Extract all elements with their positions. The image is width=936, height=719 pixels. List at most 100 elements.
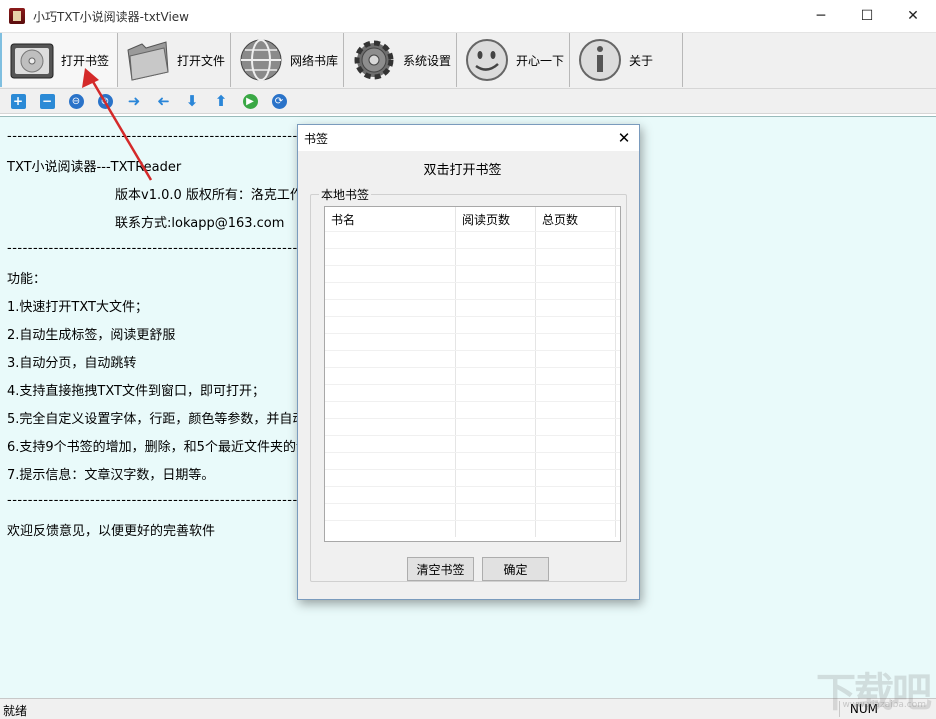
list-cell: [325, 504, 456, 520]
window-title: 小巧TXT小说阅读器-txtView: [33, 9, 189, 24]
list-cell: [536, 283, 616, 299]
list-cell: [536, 317, 616, 333]
column-header-pages-read[interactable]: 阅读页数: [456, 207, 536, 231]
list-cell: [325, 521, 456, 537]
list-row[interactable]: [325, 520, 620, 537]
minimize-button[interactable]: ─: [798, 0, 844, 32]
open-bookmark-button[interactable]: 打开书签: [0, 33, 118, 87]
list-row[interactable]: [325, 435, 620, 452]
down-circle-icon[interactable]: ⊗: [95, 91, 115, 111]
list-row[interactable]: [325, 282, 620, 299]
list-row[interactable]: [325, 469, 620, 486]
list-cell: [325, 249, 456, 265]
list-row[interactable]: [325, 452, 620, 469]
separator-line: ----------------------------------------…: [7, 129, 297, 144]
list-cell: [456, 334, 536, 350]
network-library-button[interactable]: 网络书库: [231, 33, 344, 87]
list-cell: [536, 436, 616, 452]
list-row[interactable]: [325, 265, 620, 282]
ok-button[interactable]: 确定: [482, 557, 549, 581]
info-icon: [579, 39, 621, 81]
arrow-right-icon[interactable]: ➜: [124, 91, 144, 111]
list-cell: [536, 351, 616, 367]
about-button[interactable]: 关于: [570, 33, 683, 87]
app-icon: [9, 8, 25, 24]
list-cell: [536, 521, 616, 537]
bookmark-list[interactable]: 书名 阅读页数 总页数: [324, 206, 621, 542]
list-cell: [325, 368, 456, 384]
list-cell: [536, 504, 616, 520]
list-cell: [456, 436, 536, 452]
open-file-label: 打开文件: [177, 53, 226, 68]
fun-button[interactable]: 开心一下: [457, 33, 570, 87]
list-row[interactable]: [325, 299, 620, 316]
refresh-icon[interactable]: ⟳: [269, 91, 289, 111]
list-cell: [536, 419, 616, 435]
list-row[interactable]: [325, 503, 620, 520]
list-row[interactable]: [325, 401, 620, 418]
list-body: [325, 231, 620, 537]
list-cell: [456, 249, 536, 265]
list-row[interactable]: [325, 384, 620, 401]
list-row[interactable]: [325, 231, 620, 248]
list-cell: [325, 487, 456, 503]
content-contact: 联系方式:lokapp@163.com: [115, 216, 285, 231]
bookmark-dialog: 书签 ✕ 双击打开书签 本地书签 书名 阅读页数 总页数 清空书签 确定: [297, 124, 640, 600]
arrow-up-icon[interactable]: ⬆: [211, 91, 231, 111]
open-file-button[interactable]: 打开文件: [118, 33, 231, 87]
feature-item: 7.提示信息：文章汉字数，日期等。: [7, 468, 215, 483]
list-row[interactable]: [325, 367, 620, 384]
list-row[interactable]: [325, 486, 620, 503]
list-cell: [536, 487, 616, 503]
list-cell: [536, 368, 616, 384]
list-cell: [536, 249, 616, 265]
list-cell: [536, 300, 616, 316]
system-settings-button[interactable]: 系统设置: [344, 33, 457, 87]
minus-icon[interactable]: −: [37, 91, 57, 111]
list-row[interactable]: [325, 350, 620, 367]
list-row[interactable]: [325, 248, 620, 265]
list-cell: [325, 351, 456, 367]
globe-icon: [240, 39, 282, 81]
list-row[interactable]: [325, 418, 620, 435]
list-cell: [456, 504, 536, 520]
list-row[interactable]: [325, 316, 620, 333]
list-cell: [325, 470, 456, 486]
maximize-button[interactable]: ☐: [844, 0, 890, 32]
list-cell: [456, 300, 536, 316]
list-cell: [325, 283, 456, 299]
list-cell: [456, 419, 536, 435]
content-version: 版本v1.0.0 版权所有：洛克工作: [115, 188, 303, 203]
feature-item: 5.完全自定义设置字体，行距，颜色等参数，并自动: [7, 412, 306, 427]
column-header-total-pages[interactable]: 总页数: [536, 207, 616, 231]
play-icon[interactable]: ▶: [240, 91, 260, 111]
arrow-down-icon[interactable]: ⬇: [182, 91, 202, 111]
feature-item: 3.自动分页，自动跳转: [7, 356, 137, 371]
secondary-toolbar: + − ⊖ ⊗ ➜ ➜ ⬇ ⬆ ▶ ⟳: [0, 88, 936, 114]
system-settings-label: 系统设置: [403, 53, 452, 68]
content-title: TXT小说阅读器---TXTReader: [7, 160, 182, 175]
list-cell: [456, 232, 536, 248]
list-cell: [536, 402, 616, 418]
list-cell: [325, 232, 456, 248]
list-cell: [536, 453, 616, 469]
list-cell: [325, 300, 456, 316]
list-row[interactable]: [325, 333, 620, 350]
main-toolbar: 打开书签 打开文件 网络书库 系统设置 开心一下 关于: [0, 32, 936, 88]
window-controls: ─ ☐ ✕: [798, 0, 936, 32]
dialog-title-bar: 书签 ✕: [298, 125, 639, 151]
feature-item: 6.支持9个书签的增加，删除，和5个最近文件夹的记: [7, 440, 309, 455]
clear-bookmarks-button[interactable]: 清空书签: [407, 557, 474, 581]
list-cell: [325, 436, 456, 452]
title-bar: 小巧TXT小说阅读器-txtView ─ ☐ ✕: [0, 0, 936, 32]
dialog-close-button[interactable]: ✕: [609, 125, 639, 151]
list-cell: [536, 470, 616, 486]
watermark-url: www.xiazaiba.com: [842, 700, 926, 710]
close-button[interactable]: ✕: [890, 0, 936, 32]
column-header-book-name[interactable]: 书名: [325, 207, 456, 231]
arrow-left-icon[interactable]: ➜: [153, 91, 173, 111]
smiley-icon: [466, 39, 508, 81]
local-bookmarks-group: 本地书签 书名 阅读页数 总页数 清空书签 确定: [310, 186, 627, 582]
plus-icon[interactable]: +: [8, 91, 28, 111]
up-circle-icon[interactable]: ⊖: [66, 91, 86, 111]
